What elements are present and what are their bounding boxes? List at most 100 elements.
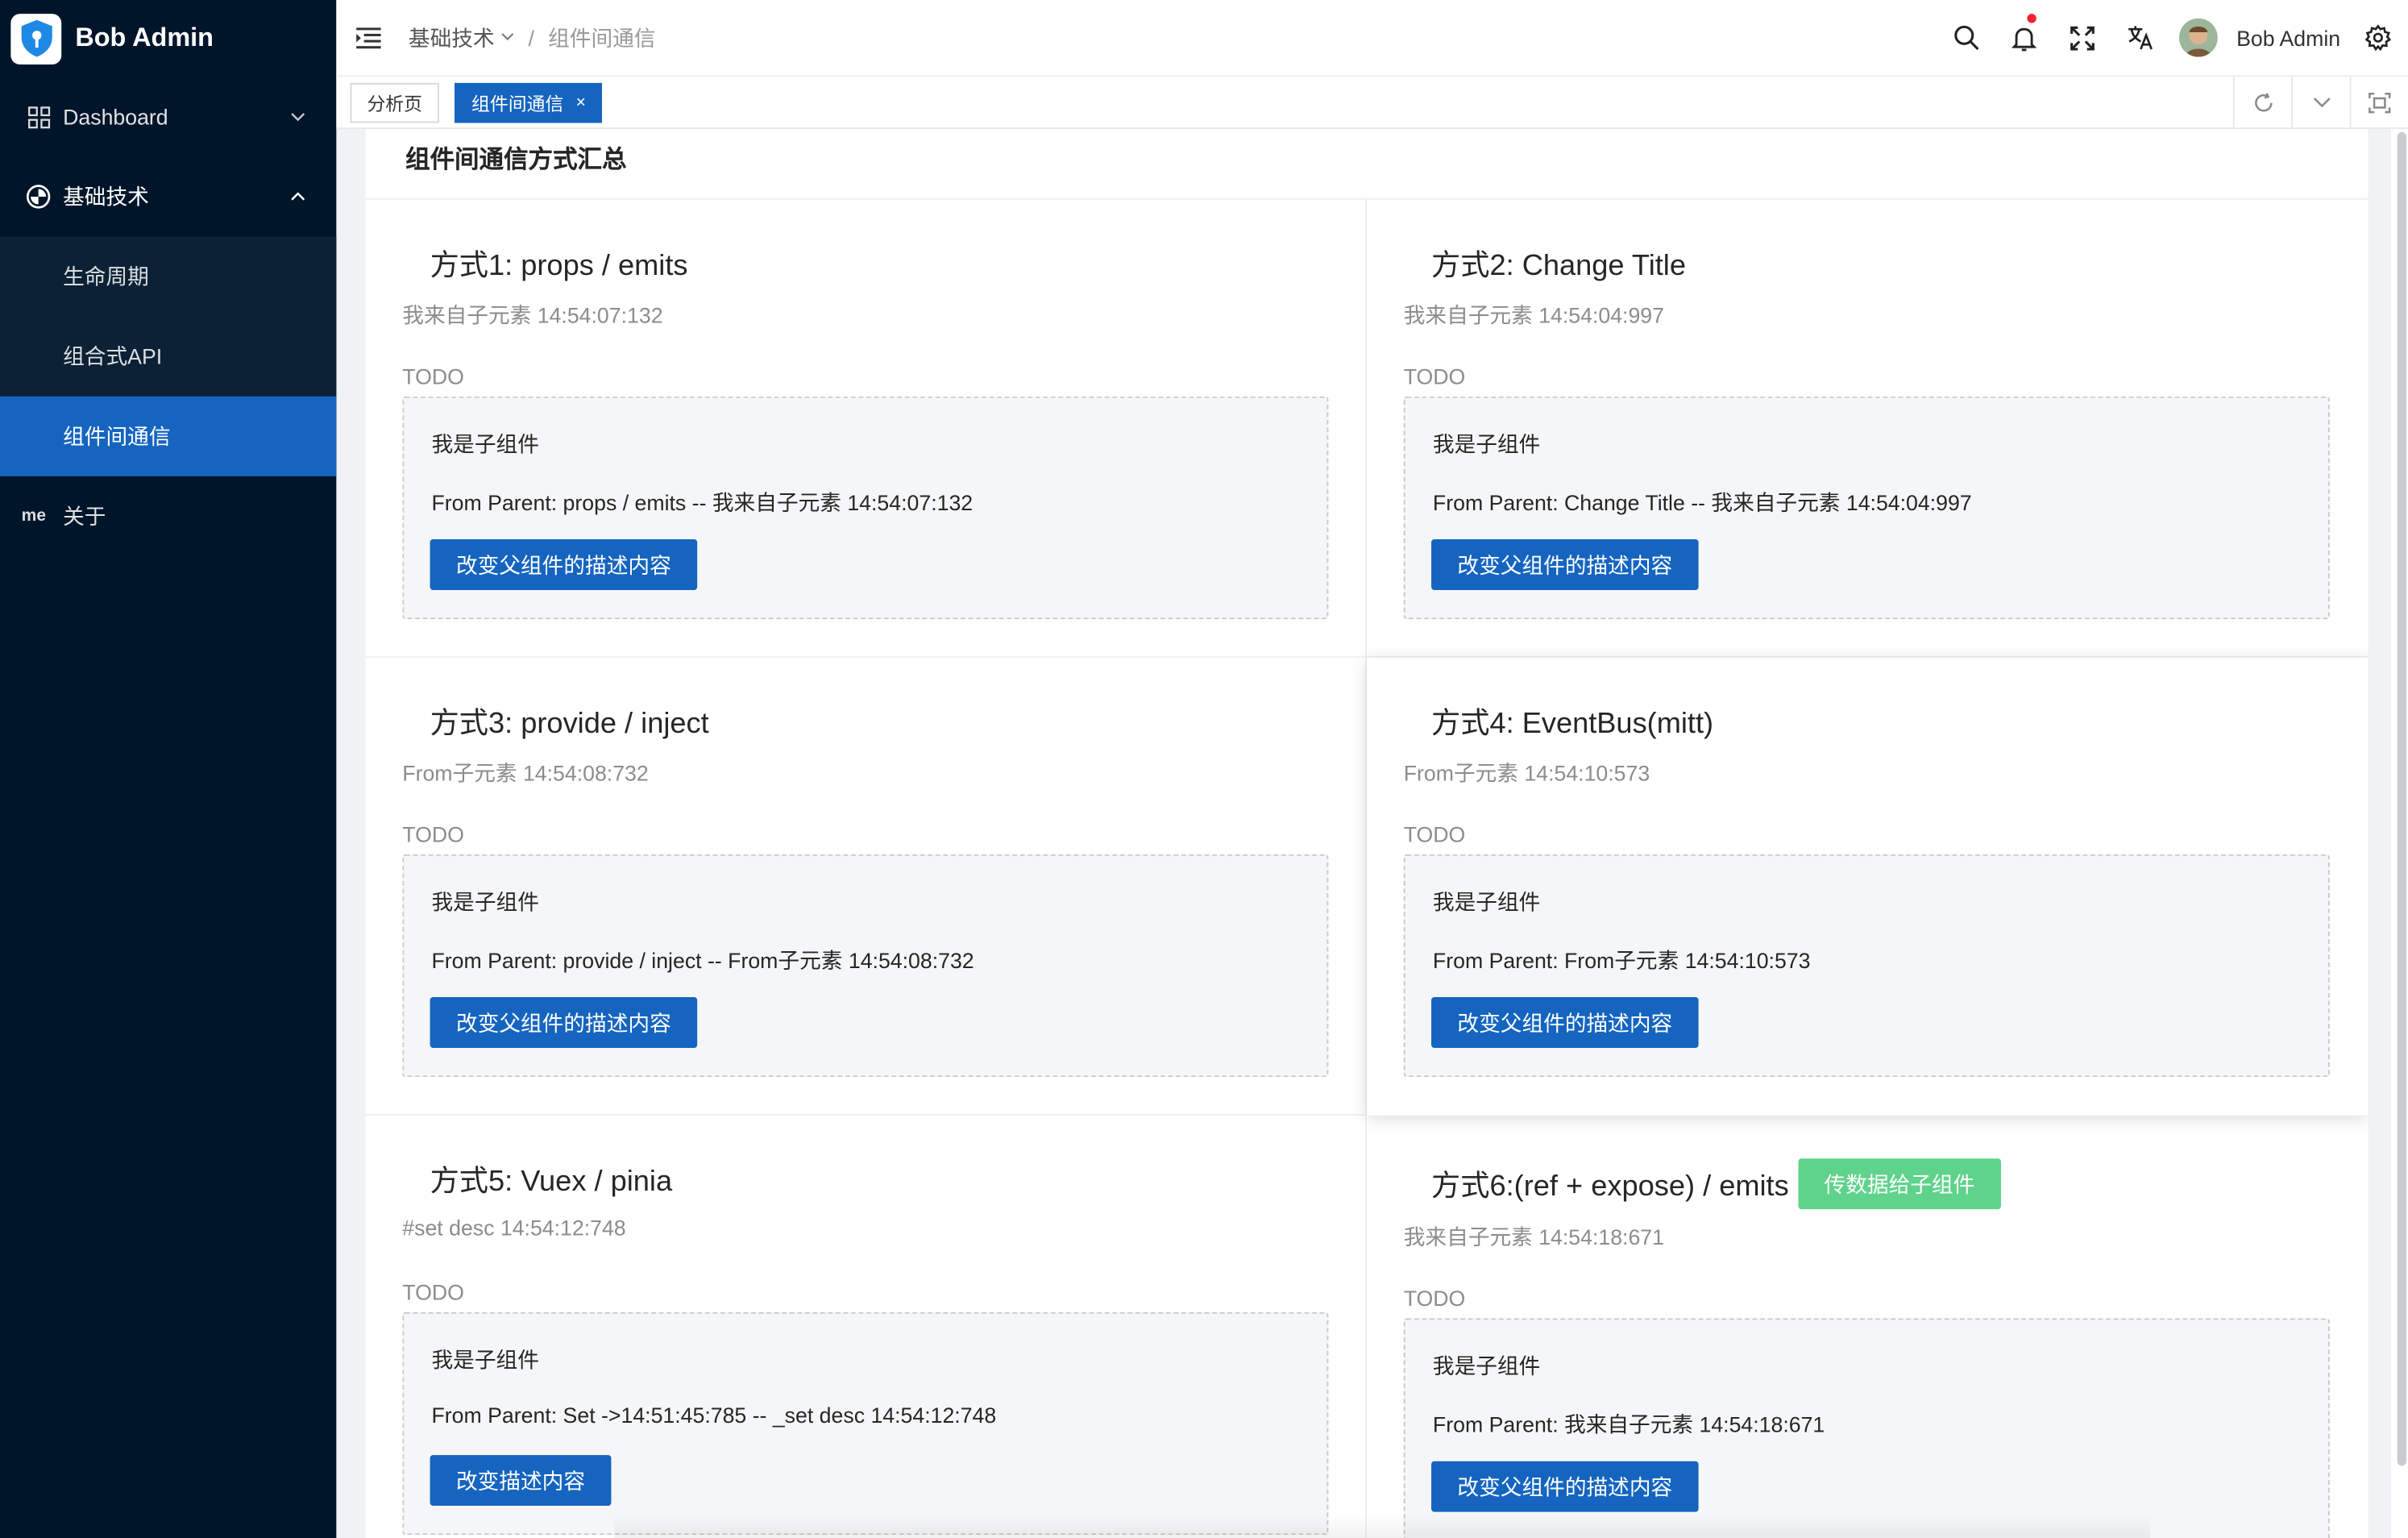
chevron-down-icon[interactable] bbox=[500, 29, 514, 46]
child-title: 我是子组件 bbox=[431, 889, 539, 915]
child-from-parent: From Parent: Change Title -- 我来自子元素 14:5… bbox=[1432, 490, 1972, 515]
sidebar-item-component-communication[interactable]: 组件间通信 bbox=[0, 396, 337, 476]
todo-label: TODO bbox=[1403, 364, 1466, 389]
method-title-text: 方式4: EventBus(mitt) bbox=[1431, 708, 1714, 741]
change-desc-button[interactable]: 改变父组件的描述内容 bbox=[430, 997, 698, 1048]
page-title: 组件间通信方式汇总 bbox=[405, 147, 627, 174]
shield-logo-icon bbox=[10, 13, 62, 64]
method-desc: 我来自子元素 14:54:04:997 bbox=[1403, 302, 1664, 327]
search-icon[interactable] bbox=[1937, 0, 1995, 75]
translate-icon[interactable] bbox=[2112, 0, 2170, 75]
sidebar-item-label: 基础技术 bbox=[63, 184, 149, 210]
method-title: 方式3: provide / inject bbox=[430, 700, 709, 742]
method-title: 方式6:(ref + expose) / emits 传数据给子组件 bbox=[1431, 1158, 2001, 1210]
chevron-down-icon bbox=[290, 107, 305, 126]
notification-dot bbox=[2027, 14, 2037, 23]
username: Bob Admin bbox=[2236, 25, 2341, 50]
child-title: 我是子组件 bbox=[1432, 1353, 1541, 1378]
header-actions: Bob Admin bbox=[1937, 0, 2408, 75]
method-card-1: 方式1: props / emits 我来自子元素 14:54:07:132 T… bbox=[365, 199, 1367, 658]
method-desc: 我来自子元素 14:54:07:132 bbox=[402, 302, 663, 327]
breadcrumb: 基础技术 / 组件间通信 bbox=[409, 23, 656, 53]
child-title: 我是子组件 bbox=[431, 1347, 539, 1373]
change-desc-button[interactable]: 改变父组件的描述内容 bbox=[1431, 1461, 1699, 1512]
todo-label: TODO bbox=[402, 821, 464, 847]
brand-title: Bob Admin bbox=[75, 23, 214, 52]
tab-tools bbox=[2232, 77, 2408, 128]
method-title-text: 方式6:(ref + expose) / emits bbox=[1431, 1170, 1789, 1203]
sidebar-item-basic-tech[interactable]: 基础技术 bbox=[0, 156, 336, 236]
method-title: 方式5: Vuex / pinia bbox=[430, 1158, 673, 1199]
bmw-logo-icon bbox=[24, 185, 52, 209]
child-component: 我是子组件 From Parent: Set ->14:51:45:785 --… bbox=[402, 1311, 1329, 1536]
change-desc-button[interactable]: 改变描述内容 bbox=[430, 1455, 612, 1506]
dashboard-grid-icon bbox=[24, 106, 52, 129]
card-header: 组件间通信方式汇总 bbox=[365, 129, 2369, 200]
refresh-icon[interactable] bbox=[2232, 77, 2291, 128]
child-from-parent: From Parent: Set ->14:51:45:785 -- _set … bbox=[431, 1403, 997, 1428]
sidebar-item-label: 关于 bbox=[63, 504, 106, 529]
tab-bar: 分析页 组件间通信 × bbox=[336, 77, 2408, 130]
gear-icon[interactable] bbox=[2352, 0, 2402, 75]
method-title: 方式2: Change Title bbox=[1431, 243, 1686, 284]
method-title-text: 方式1: props / emits bbox=[430, 250, 688, 283]
main-content: 组件间通信方式汇总 方式1: props / emits 我来自子元素 14:5… bbox=[365, 129, 2369, 1538]
todo-label: TODO bbox=[402, 1279, 464, 1305]
method-desc: From子元素 14:54:10:573 bbox=[1403, 760, 1650, 786]
change-desc-button[interactable]: 改变父组件的描述内容 bbox=[1431, 997, 1699, 1048]
sidebar-item-composition-api[interactable]: 组合式API bbox=[0, 317, 336, 397]
breadcrumb-item-basic-tech[interactable]: 基础技术 bbox=[409, 23, 495, 53]
method-title-text: 方式2: Change Title bbox=[1431, 250, 1687, 283]
method-desc: 我来自子元素 14:54:18:671 bbox=[1403, 1224, 1664, 1249]
child-component: 我是子组件 From Parent: Change Title -- 我来自子元… bbox=[1403, 396, 2330, 620]
child-component: 我是子组件 From Parent: provide / inject -- F… bbox=[402, 854, 1329, 1078]
tab-analysis[interactable]: 分析页 bbox=[350, 82, 440, 123]
brand[interactable]: Bob Admin bbox=[0, 0, 336, 77]
method-title: 方式1: props / emits bbox=[430, 243, 688, 284]
user-menu[interactable]: Bob Admin bbox=[2179, 18, 2341, 57]
tab-component-communication[interactable]: 组件间通信 × bbox=[455, 82, 603, 123]
method-card-3: 方式3: provide / inject From子元素 14:54:08:7… bbox=[365, 657, 1367, 1116]
tab-label: 组件间通信 bbox=[471, 93, 564, 115]
breadcrumb-item-current: 组件间通信 bbox=[548, 25, 656, 50]
header: 基础技术 / 组件间通信 Bob Admin bbox=[336, 0, 2408, 77]
bell-icon[interactable] bbox=[1995, 0, 2053, 75]
sidebar-item-about[interactable]: me 关于 bbox=[0, 476, 336, 556]
sidebar: Bob Admin Dashboard 基础技术 生命周期 组合式API 组件间… bbox=[0, 0, 337, 1538]
change-desc-button[interactable]: 改变父组件的描述内容 bbox=[1431, 539, 1699, 590]
method-card-2: 方式2: Change Title 我来自子元素 14:54:04:997 TO… bbox=[1366, 200, 2369, 658]
send-data-to-child-button[interactable]: 传数据给子组件 bbox=[1798, 1158, 2001, 1210]
bottom-shadow bbox=[614, 1513, 2150, 1538]
method-card-6: 方式6:(ref + expose) / emits 传数据给子组件 我来自子元… bbox=[1367, 1116, 2368, 1538]
method-card-4: 方式4: EventBus(mitt) From子元素 14:54:10:573… bbox=[1366, 657, 2369, 1116]
child-from-parent: From Parent: props / emits -- 我来自子元素 14:… bbox=[431, 490, 974, 515]
close-icon[interactable]: × bbox=[576, 94, 586, 112]
chevron-up-icon bbox=[290, 188, 305, 206]
avatar bbox=[2179, 18, 2219, 57]
breadcrumb-separator: / bbox=[528, 25, 534, 50]
submenu-basic-tech: 生命周期 组合式API 组件间通信 bbox=[0, 236, 337, 476]
sidebar-item-label: Dashboard bbox=[63, 104, 168, 130]
todo-label: TODO bbox=[1403, 821, 1466, 847]
tab-label: 分析页 bbox=[367, 93, 423, 115]
child-title: 我是子组件 bbox=[431, 431, 539, 457]
method-title-text: 方式5: Vuex / pinia bbox=[430, 1166, 673, 1199]
method-desc: #set desc 14:54:12:748 bbox=[402, 1215, 626, 1241]
me-icon: me bbox=[21, 507, 46, 526]
sidebar-item-dashboard[interactable]: Dashboard bbox=[0, 77, 336, 156]
sidebar-item-lifecycle[interactable]: 生命周期 bbox=[0, 237, 336, 317]
child-component: 我是子组件 From Parent: From子元素 14:54:10:573 … bbox=[1403, 854, 2330, 1078]
change-desc-button[interactable]: 改变父组件的描述内容 bbox=[430, 539, 698, 590]
child-title: 我是子组件 bbox=[1432, 431, 1541, 457]
todo-label: TODO bbox=[1403, 1286, 1466, 1311]
menu-fold-icon[interactable] bbox=[353, 23, 384, 53]
scrollbar-thumb[interactable] bbox=[2397, 131, 2407, 1466]
child-component: 我是子组件 From Parent: props / emits -- 我来自子… bbox=[402, 396, 1329, 620]
method-title-text: 方式3: provide / inject bbox=[430, 708, 709, 741]
method-desc: From子元素 14:54:08:732 bbox=[402, 760, 649, 786]
chevron-down-icon[interactable] bbox=[2291, 77, 2349, 128]
child-from-parent: From Parent: 我来自子元素 14:54:18:671 bbox=[1432, 1411, 1825, 1437]
fold-screen-icon[interactable] bbox=[2349, 77, 2408, 128]
method-title: 方式4: EventBus(mitt) bbox=[1431, 700, 1713, 742]
fullscreen-icon[interactable] bbox=[2053, 0, 2111, 75]
